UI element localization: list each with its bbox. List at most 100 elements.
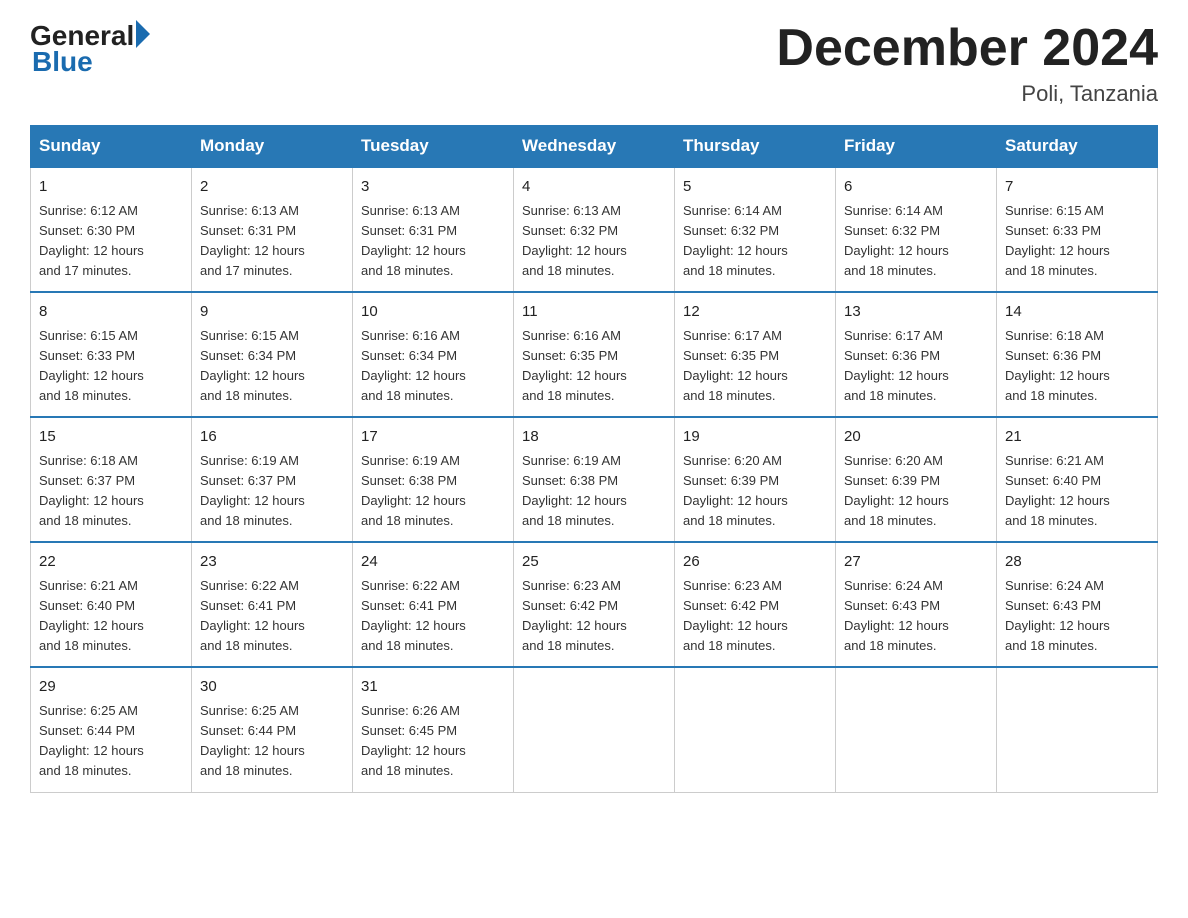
day-info: Sunrise: 6:18 AMSunset: 6:37 PMDaylight:… xyxy=(39,451,183,532)
week-row-1: 1Sunrise: 6:12 AMSunset: 6:30 PMDaylight… xyxy=(31,167,1158,292)
page-header: General Blue December 2024 Poli, Tanzani… xyxy=(30,20,1158,107)
day-number: 14 xyxy=(1005,301,1149,324)
day-cell-11: 11Sunrise: 6:16 AMSunset: 6:35 PMDayligh… xyxy=(514,292,675,417)
day-info: Sunrise: 6:13 AMSunset: 6:32 PMDaylight:… xyxy=(522,201,666,282)
day-info: Sunrise: 6:14 AMSunset: 6:32 PMDaylight:… xyxy=(844,201,988,282)
day-info: Sunrise: 6:20 AMSunset: 6:39 PMDaylight:… xyxy=(844,451,988,532)
day-number: 27 xyxy=(844,551,988,574)
day-info: Sunrise: 6:20 AMSunset: 6:39 PMDaylight:… xyxy=(683,451,827,532)
day-cell-31: 31Sunrise: 6:26 AMSunset: 6:45 PMDayligh… xyxy=(353,667,514,792)
day-number: 8 xyxy=(39,301,183,324)
week-row-4: 22Sunrise: 6:21 AMSunset: 6:40 PMDayligh… xyxy=(31,542,1158,667)
day-number: 12 xyxy=(683,301,827,324)
day-number: 16 xyxy=(200,426,344,449)
day-info: Sunrise: 6:15 AMSunset: 6:33 PMDaylight:… xyxy=(1005,201,1149,282)
day-number: 19 xyxy=(683,426,827,449)
day-number: 5 xyxy=(683,176,827,199)
day-number: 4 xyxy=(522,176,666,199)
day-number: 30 xyxy=(200,676,344,699)
day-cell-20: 20Sunrise: 6:20 AMSunset: 6:39 PMDayligh… xyxy=(836,417,997,542)
week-row-2: 8Sunrise: 6:15 AMSunset: 6:33 PMDaylight… xyxy=(31,292,1158,417)
day-number: 1 xyxy=(39,176,183,199)
day-cell-10: 10Sunrise: 6:16 AMSunset: 6:34 PMDayligh… xyxy=(353,292,514,417)
day-info: Sunrise: 6:12 AMSunset: 6:30 PMDaylight:… xyxy=(39,201,183,282)
weekday-header-wednesday: Wednesday xyxy=(514,126,675,168)
day-cell-8: 8Sunrise: 6:15 AMSunset: 6:33 PMDaylight… xyxy=(31,292,192,417)
day-cell-6: 6Sunrise: 6:14 AMSunset: 6:32 PMDaylight… xyxy=(836,167,997,292)
day-cell-30: 30Sunrise: 6:25 AMSunset: 6:44 PMDayligh… xyxy=(192,667,353,792)
day-cell-12: 12Sunrise: 6:17 AMSunset: 6:35 PMDayligh… xyxy=(675,292,836,417)
day-info: Sunrise: 6:15 AMSunset: 6:33 PMDaylight:… xyxy=(39,326,183,407)
day-number: 25 xyxy=(522,551,666,574)
day-info: Sunrise: 6:16 AMSunset: 6:34 PMDaylight:… xyxy=(361,326,505,407)
day-cell-25: 25Sunrise: 6:23 AMSunset: 6:42 PMDayligh… xyxy=(514,542,675,667)
title-block: December 2024 Poli, Tanzania xyxy=(776,20,1158,107)
weekday-header-row: SundayMondayTuesdayWednesdayThursdayFrid… xyxy=(31,126,1158,168)
day-number: 26 xyxy=(683,551,827,574)
day-info: Sunrise: 6:19 AMSunset: 6:38 PMDaylight:… xyxy=(522,451,666,532)
day-info: Sunrise: 6:24 AMSunset: 6:43 PMDaylight:… xyxy=(844,576,988,657)
day-info: Sunrise: 6:21 AMSunset: 6:40 PMDaylight:… xyxy=(1005,451,1149,532)
day-cell-21: 21Sunrise: 6:21 AMSunset: 6:40 PMDayligh… xyxy=(997,417,1158,542)
logo: General Blue xyxy=(30,20,150,78)
weekday-header-friday: Friday xyxy=(836,126,997,168)
calendar-table: SundayMondayTuesdayWednesdayThursdayFrid… xyxy=(30,125,1158,792)
day-number: 22 xyxy=(39,551,183,574)
day-cell-15: 15Sunrise: 6:18 AMSunset: 6:37 PMDayligh… xyxy=(31,417,192,542)
day-info: Sunrise: 6:15 AMSunset: 6:34 PMDaylight:… xyxy=(200,326,344,407)
weekday-header-saturday: Saturday xyxy=(997,126,1158,168)
day-cell-13: 13Sunrise: 6:17 AMSunset: 6:36 PMDayligh… xyxy=(836,292,997,417)
day-number: 7 xyxy=(1005,176,1149,199)
day-info: Sunrise: 6:18 AMSunset: 6:36 PMDaylight:… xyxy=(1005,326,1149,407)
day-number: 29 xyxy=(39,676,183,699)
day-info: Sunrise: 6:13 AMSunset: 6:31 PMDaylight:… xyxy=(200,201,344,282)
day-number: 15 xyxy=(39,426,183,449)
day-info: Sunrise: 6:26 AMSunset: 6:45 PMDaylight:… xyxy=(361,701,505,782)
day-number: 31 xyxy=(361,676,505,699)
weekday-header-monday: Monday xyxy=(192,126,353,168)
day-cell-9: 9Sunrise: 6:15 AMSunset: 6:34 PMDaylight… xyxy=(192,292,353,417)
day-info: Sunrise: 6:19 AMSunset: 6:38 PMDaylight:… xyxy=(361,451,505,532)
weekday-header-sunday: Sunday xyxy=(31,126,192,168)
day-info: Sunrise: 6:17 AMSunset: 6:35 PMDaylight:… xyxy=(683,326,827,407)
day-number: 6 xyxy=(844,176,988,199)
day-info: Sunrise: 6:14 AMSunset: 6:32 PMDaylight:… xyxy=(683,201,827,282)
day-cell-16: 16Sunrise: 6:19 AMSunset: 6:37 PMDayligh… xyxy=(192,417,353,542)
day-number: 20 xyxy=(844,426,988,449)
week-row-5: 29Sunrise: 6:25 AMSunset: 6:44 PMDayligh… xyxy=(31,667,1158,792)
day-cell-29: 29Sunrise: 6:25 AMSunset: 6:44 PMDayligh… xyxy=(31,667,192,792)
logo-arrow-icon xyxy=(136,20,150,48)
month-title: December 2024 xyxy=(776,20,1158,77)
empty-cell xyxy=(836,667,997,792)
day-number: 23 xyxy=(200,551,344,574)
day-cell-24: 24Sunrise: 6:22 AMSunset: 6:41 PMDayligh… xyxy=(353,542,514,667)
day-cell-26: 26Sunrise: 6:23 AMSunset: 6:42 PMDayligh… xyxy=(675,542,836,667)
empty-cell xyxy=(997,667,1158,792)
day-info: Sunrise: 6:25 AMSunset: 6:44 PMDaylight:… xyxy=(39,701,183,782)
day-info: Sunrise: 6:16 AMSunset: 6:35 PMDaylight:… xyxy=(522,326,666,407)
day-cell-5: 5Sunrise: 6:14 AMSunset: 6:32 PMDaylight… xyxy=(675,167,836,292)
day-cell-1: 1Sunrise: 6:12 AMSunset: 6:30 PMDaylight… xyxy=(31,167,192,292)
day-cell-23: 23Sunrise: 6:22 AMSunset: 6:41 PMDayligh… xyxy=(192,542,353,667)
empty-cell xyxy=(514,667,675,792)
day-info: Sunrise: 6:23 AMSunset: 6:42 PMDaylight:… xyxy=(683,576,827,657)
day-cell-27: 27Sunrise: 6:24 AMSunset: 6:43 PMDayligh… xyxy=(836,542,997,667)
day-number: 28 xyxy=(1005,551,1149,574)
day-info: Sunrise: 6:17 AMSunset: 6:36 PMDaylight:… xyxy=(844,326,988,407)
day-cell-28: 28Sunrise: 6:24 AMSunset: 6:43 PMDayligh… xyxy=(997,542,1158,667)
day-cell-14: 14Sunrise: 6:18 AMSunset: 6:36 PMDayligh… xyxy=(997,292,1158,417)
weekday-header-tuesday: Tuesday xyxy=(353,126,514,168)
day-number: 21 xyxy=(1005,426,1149,449)
day-cell-18: 18Sunrise: 6:19 AMSunset: 6:38 PMDayligh… xyxy=(514,417,675,542)
day-cell-19: 19Sunrise: 6:20 AMSunset: 6:39 PMDayligh… xyxy=(675,417,836,542)
day-number: 9 xyxy=(200,301,344,324)
day-cell-7: 7Sunrise: 6:15 AMSunset: 6:33 PMDaylight… xyxy=(997,167,1158,292)
day-cell-22: 22Sunrise: 6:21 AMSunset: 6:40 PMDayligh… xyxy=(31,542,192,667)
weekday-header-thursday: Thursday xyxy=(675,126,836,168)
empty-cell xyxy=(675,667,836,792)
day-number: 2 xyxy=(200,176,344,199)
day-info: Sunrise: 6:25 AMSunset: 6:44 PMDaylight:… xyxy=(200,701,344,782)
week-row-3: 15Sunrise: 6:18 AMSunset: 6:37 PMDayligh… xyxy=(31,417,1158,542)
day-number: 24 xyxy=(361,551,505,574)
day-info: Sunrise: 6:21 AMSunset: 6:40 PMDaylight:… xyxy=(39,576,183,657)
